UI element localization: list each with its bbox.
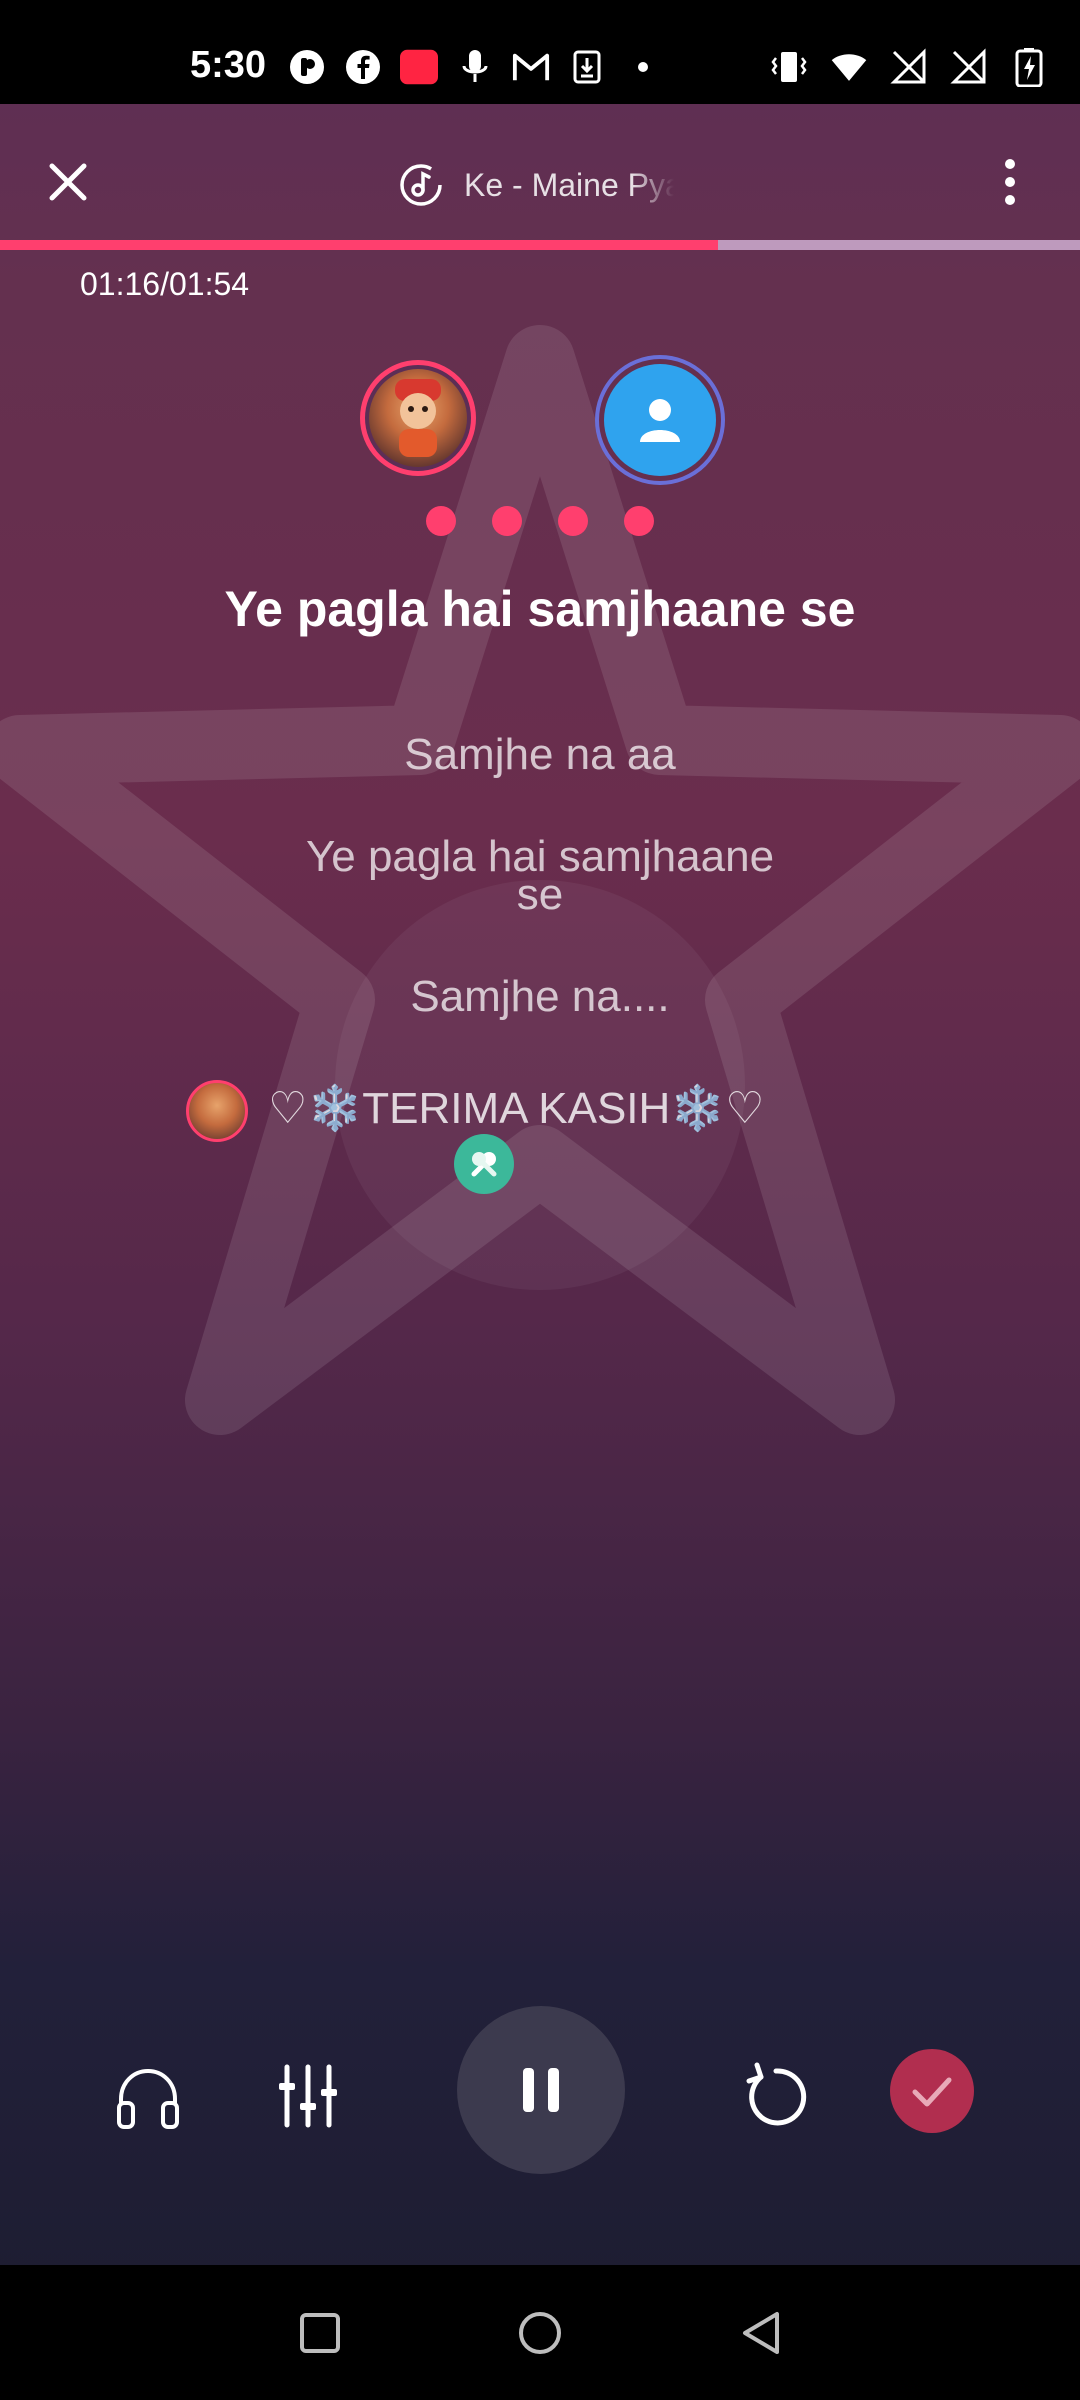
notification-icons: [288, 48, 662, 86]
player-controls: [0, 1990, 1080, 2265]
singer-avatar[interactable]: [360, 360, 476, 476]
countdown-dots: [426, 506, 654, 536]
player-header: Ke - Maine Pyar Kiya: [0, 104, 1080, 240]
finish-button[interactable]: [890, 2049, 974, 2133]
karaoke-screen: 5:30 Ke - Maine Pya 01:16/01:54 Ye pagla…: [0, 0, 1080, 2400]
home-icon: [519, 2312, 561, 2354]
countdown-dot: [558, 506, 588, 536]
countdown-dot: [492, 506, 522, 536]
countdown-dot: [624, 506, 654, 536]
wifi-icon: [830, 48, 868, 86]
gmail-icon: [512, 48, 550, 86]
restart-icon: [746, 2062, 807, 2126]
dot-icon: [624, 48, 662, 86]
back-button[interactable]: [732, 2303, 792, 2363]
mic-badge: [454, 1134, 514, 1194]
restart-button[interactable]: [736, 2056, 816, 2136]
person-icon: [640, 399, 680, 442]
download-icon: [568, 48, 606, 86]
countdown-dot: [426, 506, 456, 536]
uploader-avatar[interactable]: [186, 1080, 248, 1142]
mic-icon: [456, 48, 494, 86]
uploader-credit: ♡❄️TERIMA KASIH❄️♡: [186, 1074, 906, 1194]
mixer-icon: [279, 2064, 337, 2128]
upcoming-lyric-line: Samjhe na....: [410, 972, 670, 1021]
upcoming-lyric-line: Ye pagla hai samjhaane se: [305, 832, 775, 919]
headphones-icon: [117, 2068, 179, 2129]
xiaohongshu-icon: [400, 48, 438, 86]
status-bar: 5:30: [0, 0, 1080, 104]
system-icons: [770, 48, 1048, 87]
facebook-icon: [344, 48, 382, 86]
close-icon: [49, 163, 87, 201]
home-button[interactable]: [510, 2303, 570, 2363]
avatar-image: [369, 369, 467, 467]
song-title: Ke - Maine Pyar Kiya: [464, 166, 674, 203]
pause-icon: [523, 2068, 559, 2112]
song-title-bar: Ke - Maine Pyar Kiya: [398, 160, 674, 210]
time-readout: 01:16/01:54: [80, 266, 250, 302]
more-vertical-icon: [1005, 159, 1015, 205]
signal-off-icon: [890, 48, 928, 86]
pause-button[interactable]: [457, 2006, 625, 2174]
upcoming-lyric-line: Samjhe na aa: [404, 730, 676, 779]
battery-charging-icon: [1010, 48, 1048, 87]
signal-off-icon: [950, 48, 988, 86]
check-icon: [912, 2077, 952, 2107]
current-lyric-line: Ye pagla hai samjhaane se: [224, 581, 856, 637]
mixer-button[interactable]: [268, 2056, 348, 2136]
music-note-icon: [400, 164, 442, 206]
recents-icon: [300, 2313, 340, 2353]
headphones-button[interactable]: [108, 2058, 188, 2138]
back-icon: [743, 2312, 779, 2354]
vibrate-icon: [770, 48, 808, 86]
partner-avatar[interactable]: [595, 355, 725, 485]
partner-avatar-image: [604, 364, 716, 476]
recents-button[interactable]: [290, 2303, 350, 2363]
p-app-icon: [288, 48, 326, 86]
status-time: 5:30: [190, 44, 267, 86]
system-nav-bar: [0, 2265, 1080, 2400]
playback-progress-bar[interactable]: [0, 240, 1080, 250]
microphone-icon: [471, 1152, 497, 1177]
uploader-credit-text: ♡❄️TERIMA KASIH❄️♡: [268, 1084, 765, 1133]
playback-progress-fill: [0, 240, 719, 250]
more-options-button[interactable]: [992, 152, 1028, 212]
close-button[interactable]: [40, 154, 96, 210]
